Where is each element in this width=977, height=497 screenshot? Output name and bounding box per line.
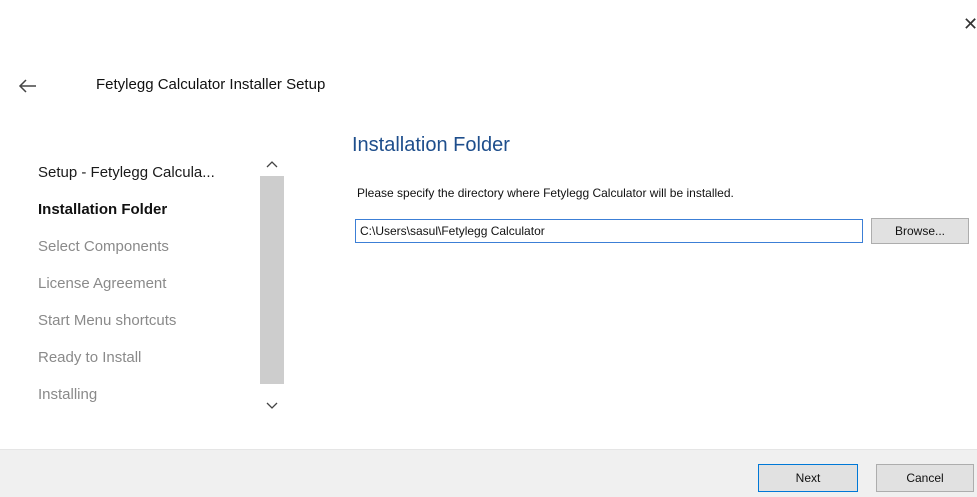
- sidebar-item-ready-to-install[interactable]: Ready to Install: [38, 339, 258, 376]
- page-heading: Installation Folder: [352, 134, 510, 156]
- sidebar-item-start-menu-shortcuts[interactable]: Start Menu shortcuts: [38, 302, 258, 339]
- sidebar-item-license-agreement[interactable]: License Agreement: [38, 265, 258, 302]
- chevron-down-icon[interactable]: [260, 396, 284, 416]
- steps-list: Setup - Fetylegg Calcula... Installation…: [38, 154, 258, 413]
- sidebar-item-setup[interactable]: Setup - Fetylegg Calcula...: [38, 154, 258, 191]
- steps-sidebar: Setup - Fetylegg Calcula... Installation…: [38, 154, 286, 416]
- back-arrow-icon[interactable]: [16, 74, 40, 98]
- sidebar-item-select-components[interactable]: Select Components: [38, 228, 258, 265]
- footer-bar: Next Cancel: [0, 449, 977, 497]
- chevron-up-icon[interactable]: [260, 154, 284, 174]
- window-title: Fetylegg Calculator Installer Setup: [96, 76, 326, 93]
- sidebar-item-installing[interactable]: Installing: [38, 376, 258, 413]
- install-path-input[interactable]: [355, 219, 863, 243]
- next-button[interactable]: Next: [758, 464, 858, 492]
- sidebar-scrollbar[interactable]: [260, 154, 284, 416]
- cancel-button[interactable]: Cancel: [876, 464, 974, 492]
- installer-window: ✕ Fetylegg Calculator Installer Setup Se…: [0, 0, 977, 497]
- browse-button[interactable]: Browse...: [871, 218, 969, 244]
- instruction-text: Please specify the directory where Fetyl…: [357, 186, 734, 200]
- sidebar-item-installation-folder[interactable]: Installation Folder: [38, 191, 258, 228]
- scrollbar-thumb[interactable]: [260, 176, 284, 384]
- close-icon[interactable]: ✕: [963, 14, 977, 34]
